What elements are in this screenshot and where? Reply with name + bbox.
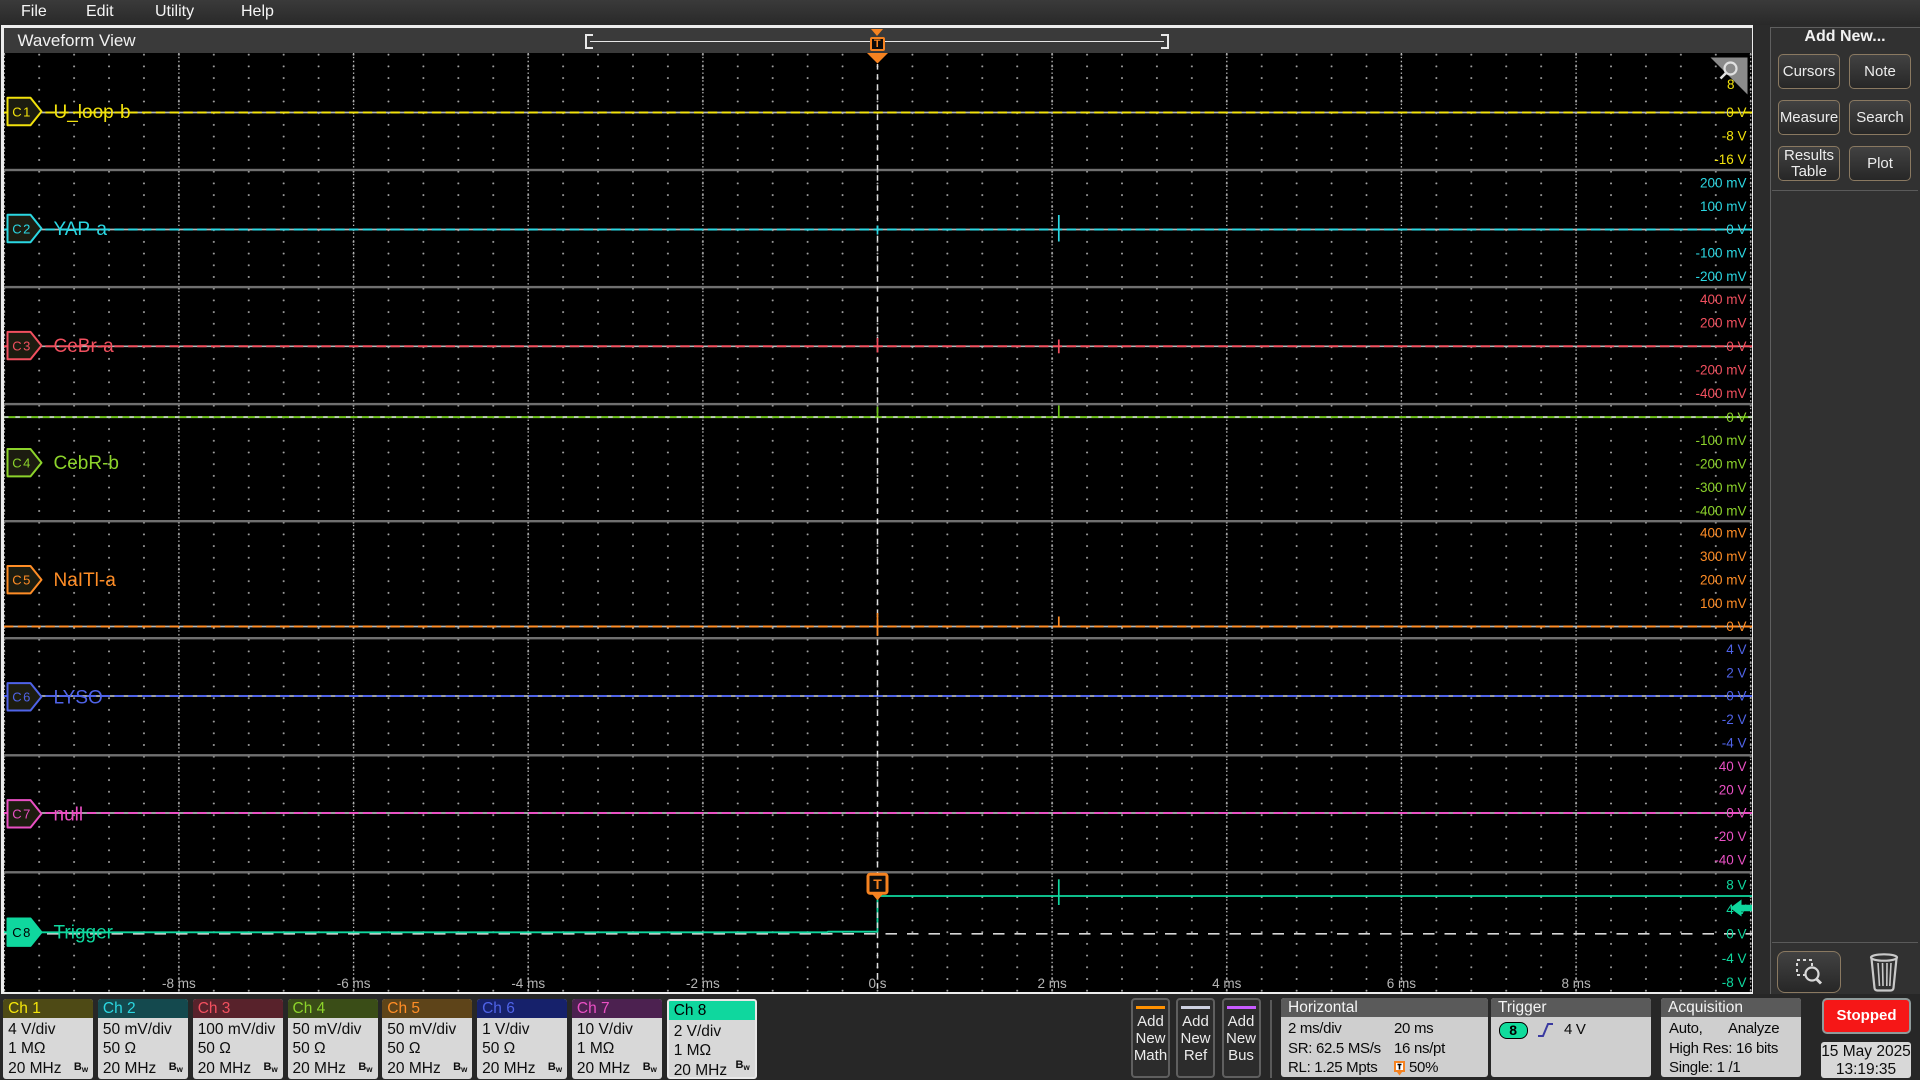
svg-text:0 V: 0 V: [1726, 105, 1746, 120]
svg-text:-20 V: -20 V: [1714, 829, 1746, 844]
svg-text:C1: C1: [12, 104, 32, 119]
svg-text:-400 mV: -400 mV: [1695, 503, 1746, 518]
svg-text:-100 mV: -100 mV: [1695, 433, 1746, 448]
svg-text:Trigger: Trigger: [53, 922, 113, 943]
svg-text:-4 V: -4 V: [1721, 735, 1746, 750]
svg-text:8: 8: [1726, 77, 1734, 92]
svg-text:100 mV: 100 mV: [1699, 198, 1746, 213]
svg-text:0 V: 0 V: [1726, 409, 1746, 424]
svg-text:-300 mV: -300 mV: [1695, 480, 1746, 495]
svg-text:-16 V: -16 V: [1714, 152, 1746, 167]
svg-text:null: null: [53, 804, 83, 825]
svg-text:C7: C7: [12, 806, 32, 821]
svg-text:-8 V: -8 V: [1721, 975, 1746, 990]
svg-text:-200 mV: -200 mV: [1695, 269, 1746, 284]
svg-text:-200 mV: -200 mV: [1695, 362, 1746, 377]
svg-text:-40 V: -40 V: [1714, 852, 1746, 867]
svg-text:-8 ms: -8 ms: [162, 976, 196, 991]
svg-text:0 V: 0 V: [1726, 805, 1746, 820]
svg-text:0 s: 0 s: [868, 976, 886, 991]
svg-text:LYSO: LYSO: [53, 687, 102, 708]
svg-text:100 mV: 100 mV: [1699, 595, 1746, 610]
svg-text:4 ms: 4 ms: [1212, 976, 1242, 991]
svg-text:6 ms: 6 ms: [1386, 976, 1416, 991]
svg-text:200 mV: 200 mV: [1699, 175, 1746, 190]
svg-text:0 V: 0 V: [1726, 222, 1746, 237]
svg-text:0 V: 0 V: [1726, 926, 1746, 941]
svg-text:C5: C5: [12, 572, 32, 587]
svg-text:NaITl-a: NaITl-a: [53, 570, 116, 591]
svg-text:4 V: 4 V: [1726, 641, 1746, 656]
svg-text:-6 ms: -6 ms: [336, 976, 370, 991]
svg-text:-8 V: -8 V: [1721, 128, 1746, 143]
svg-text:C2: C2: [12, 221, 32, 236]
svg-text:C6: C6: [12, 689, 32, 704]
svg-text:0 V: 0 V: [1726, 339, 1746, 354]
svg-text:-2 V: -2 V: [1721, 712, 1746, 727]
svg-text:0 V: 0 V: [1726, 619, 1746, 634]
svg-text:C8: C8: [12, 925, 32, 940]
svg-text:-4 V: -4 V: [1721, 950, 1746, 965]
svg-text:20 V: 20 V: [1718, 782, 1746, 797]
svg-text:CebR-b: CebR-b: [53, 453, 118, 474]
svg-text:4 V: 4 V: [1726, 902, 1746, 917]
svg-text:-100 mV: -100 mV: [1695, 245, 1746, 260]
svg-text:-200 mV: -200 mV: [1695, 456, 1746, 471]
svg-text:-400 mV: -400 mV: [1695, 385, 1746, 400]
svg-text:YAP-a: YAP-a: [53, 219, 107, 240]
svg-text:CeBr-a: CeBr-a: [53, 336, 114, 357]
svg-text:2 ms: 2 ms: [1037, 976, 1067, 991]
svg-text:400 mV: 400 mV: [1699, 525, 1746, 540]
svg-text:8 ms: 8 ms: [1561, 976, 1591, 991]
svg-text:400 mV: 400 mV: [1699, 292, 1746, 307]
svg-text:200 mV: 200 mV: [1699, 315, 1746, 330]
svg-text:-2 ms: -2 ms: [686, 976, 720, 991]
svg-text:2 V: 2 V: [1726, 665, 1746, 680]
svg-text:8 V: 8 V: [1726, 877, 1746, 892]
svg-text:C3: C3: [12, 338, 32, 353]
svg-text:T: T: [873, 876, 882, 892]
svg-text:0 V: 0 V: [1726, 688, 1746, 703]
svg-text:C4: C4: [12, 455, 32, 470]
svg-text:300 mV: 300 mV: [1699, 549, 1746, 564]
svg-text:-4 ms: -4 ms: [511, 976, 545, 991]
svg-text:200 mV: 200 mV: [1699, 572, 1746, 587]
svg-text:U_loop-b: U_loop-b: [53, 102, 130, 123]
svg-text:40 V: 40 V: [1718, 758, 1746, 773]
